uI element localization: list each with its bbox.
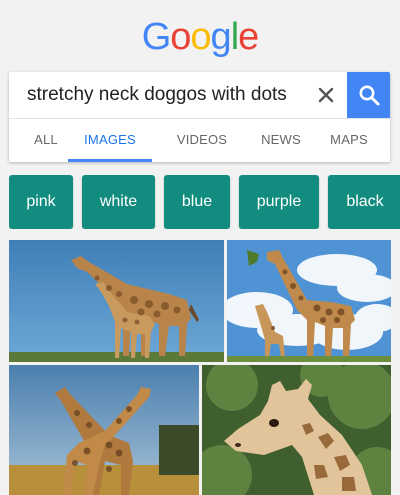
giraffe-photo	[9, 240, 224, 362]
search-tabs: ALL IMAGES VIDEOS NEWS MAPS	[9, 118, 390, 162]
chip-purple[interactable]: purple	[239, 175, 319, 229]
search-bar	[9, 72, 390, 118]
tab-maps[interactable]: MAPS	[317, 119, 381, 162]
color-filter-chips: pink white blue purple black	[9, 175, 400, 229]
tab-videos[interactable]: VIDEOS	[164, 119, 240, 162]
search-card: ALL IMAGES VIDEOS NEWS MAPS	[9, 72, 390, 162]
logo-letter: o	[170, 16, 191, 58]
google-logo[interactable]: Google	[0, 14, 400, 60]
chip-blue[interactable]: blue	[164, 175, 230, 229]
chip-black[interactable]: black	[328, 175, 400, 229]
logo-letter: g	[210, 16, 232, 58]
close-icon	[318, 87, 334, 103]
active-tab-indicator	[68, 159, 152, 162]
logo-letter: l	[230, 16, 240, 58]
search-icon	[359, 85, 379, 106]
logo-letter: e	[238, 16, 259, 58]
logo-letter: G	[141, 16, 172, 58]
clear-search-button[interactable]	[311, 80, 341, 110]
giraffe-photo	[202, 365, 391, 495]
chip-white[interactable]: white	[82, 175, 155, 229]
image-result-1[interactable]	[9, 240, 224, 362]
search-button[interactable]	[347, 72, 390, 118]
image-result-3[interactable]	[9, 365, 199, 495]
image-result-2[interactable]	[227, 240, 391, 362]
search-input[interactable]	[27, 72, 307, 118]
tab-all[interactable]: ALL	[23, 119, 69, 162]
logo-letter: o	[190, 16, 211, 58]
tab-news[interactable]: NEWS	[249, 119, 313, 162]
giraffe-photo	[227, 240, 391, 362]
tab-images[interactable]: IMAGES	[68, 119, 152, 162]
google-image-search-page: Google ALL IMAGES VIDEOS NEWS MAPS	[0, 0, 400, 495]
image-result-4[interactable]	[202, 365, 391, 495]
giraffe-photo	[9, 365, 199, 495]
chip-pink[interactable]: pink	[9, 175, 73, 229]
